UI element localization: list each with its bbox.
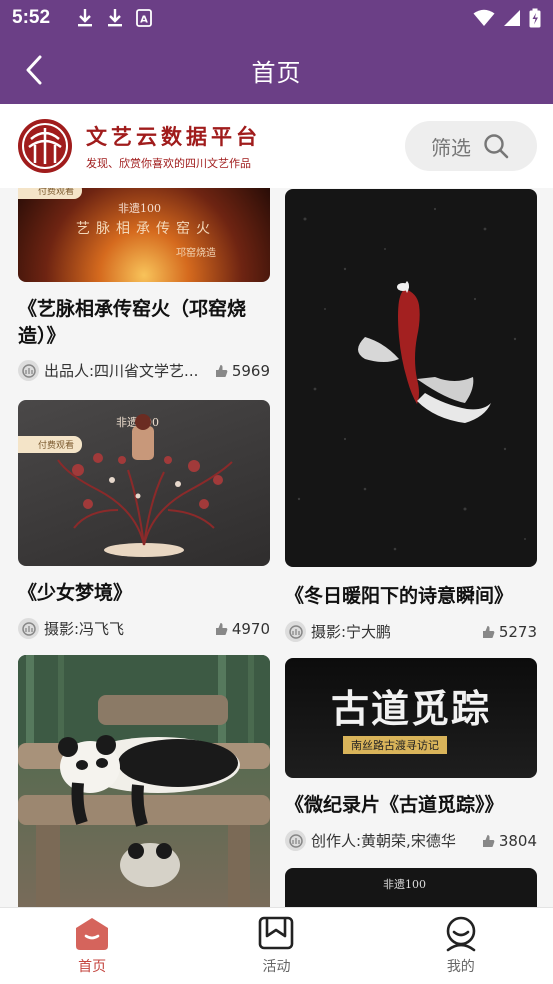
image-logo: 非遗100 <box>383 878 426 891</box>
nav-home-label: 首页 <box>78 959 107 975</box>
avatar-icon <box>21 621 36 636</box>
like-count-value: 4970 <box>231 619 270 638</box>
text-app-icon: A <box>136 9 152 27</box>
avatar-icon <box>288 624 303 639</box>
card-title-line: 《艺脉相承传窑火（邛窑烧 <box>18 298 247 320</box>
chevron-left-icon <box>26 55 42 85</box>
like-count: 5273 <box>481 623 537 641</box>
koi-illustration <box>297 207 526 551</box>
card-author: 摄影:冯飞飞 <box>44 620 125 638</box>
like-count: 4970 <box>214 620 270 638</box>
card-title: 《冬日暖阳下的诗意瞬间》 <box>285 585 514 607</box>
content-card[interactable]: 《冬日暖阳下的诗意瞬间》 摄影:宁大鹏 5273 <box>285 189 537 645</box>
wifi-icon <box>473 9 495 26</box>
back-button[interactable] <box>18 54 50 86</box>
brand-slogan: 发现、欣赏你喜欢的四川文艺作品 <box>86 157 251 170</box>
image-caption: 艺脉相承传窑火 <box>76 221 216 237</box>
content-card[interactable]: 古道觅踪 南丝路古渡寻访记 《微纪录片《古道觅踪》》 创作人:黄朝荣,宋德华 3… <box>285 658 537 858</box>
like-count: 3804 <box>481 832 537 850</box>
like-count: 5969 <box>214 362 270 380</box>
content-card[interactable]: 付费观看 非遗100 <box>18 400 270 640</box>
image-logo-text: 非遗100 <box>118 201 161 215</box>
like-icon <box>482 834 495 847</box>
card-title: 《微纪录片《古道觅踪》》 <box>285 794 504 816</box>
status-bar: 5:52 A <box>0 0 553 36</box>
download-icon <box>78 9 93 27</box>
status-time: 5:52 <box>12 7 51 28</box>
content-card[interactable]: 非遗100 <box>285 868 537 907</box>
like-icon <box>215 622 228 635</box>
nav-mine[interactable]: 我的 <box>369 908 553 984</box>
like-count-value: 5969 <box>231 361 270 380</box>
like-icon <box>215 364 228 377</box>
card-thumbnail[interactable]: 非遗100 <box>285 868 537 907</box>
app-title-bar: 首页 <box>0 36 553 104</box>
panda-illustration <box>18 655 270 907</box>
search-icon <box>484 134 509 159</box>
page-title: 首页 <box>251 58 302 87</box>
battery-icon <box>529 8 541 28</box>
notification-icons: A <box>76 8 152 28</box>
heritage-logo-icon: 非遗100 <box>118 201 161 215</box>
card-title: 《艺脉相承传窑火（邛窑烧 造）》 <box>18 296 270 350</box>
like-icon <box>482 625 495 638</box>
download-icon <box>108 9 123 27</box>
card-meta: 摄影:冯飞飞 4970 <box>18 618 270 639</box>
card-thumbnail[interactable]: 古道觅踪 南丝路古渡寻访记 <box>285 658 537 778</box>
filter-label: 筛选 <box>431 135 471 160</box>
avatar <box>285 830 306 851</box>
card-meta: 摄影:宁大鹏 5273 <box>285 621 537 642</box>
image-subcaption: 南丝路古渡寻访记 <box>343 736 447 754</box>
nav-activity-label: 活动 <box>262 959 291 975</box>
card-author: 出品人:四川省文学艺... <box>44 362 199 380</box>
brand-header: 文艺云数据平台 发现、欣赏你喜欢的四川文艺作品 筛选 <box>0 104 553 188</box>
signal-icon <box>504 10 520 26</box>
bottom-navigation: 首页 活动 我的 <box>0 907 553 984</box>
card-author: 创作人:黄朝荣,宋德华 <box>311 832 456 850</box>
card-title: 《少女梦境》 <box>18 582 133 604</box>
avatar <box>18 360 39 381</box>
dream-illustration: 非遗100 <box>57 414 233 557</box>
avatar-icon <box>288 833 303 848</box>
avatar <box>18 618 39 639</box>
card-author: 摄影:宁大鹏 <box>311 623 392 641</box>
user-icon <box>446 916 476 952</box>
brand-text: 文艺云数据平台 发现、欣赏你喜欢的四川文艺作品 <box>86 121 261 171</box>
avatar-icon <box>21 363 36 378</box>
image-subcaption: 邛窑烧造 <box>176 248 216 259</box>
brand-name: 文艺云数据平台 <box>86 124 261 149</box>
nav-mine-label: 我的 <box>446 959 475 975</box>
content-feed[interactable]: 付费观看 非遗100 艺脉相承传窑火 邛窑烧造 《艺脉相承传窑火（邛窑烧 造）》… <box>0 188 553 907</box>
svg-text:A: A <box>140 15 148 26</box>
activity-icon <box>259 916 294 950</box>
card-meta: 出品人:四川省文学艺... 5969 <box>18 360 270 381</box>
image-caption: 古道觅踪 <box>330 686 491 731</box>
nav-activity[interactable]: 活动 <box>184 908 368 984</box>
platform-logo-icon <box>18 119 72 173</box>
content-card[interactable] <box>18 655 270 907</box>
like-count-value: 3804 <box>498 831 537 850</box>
content-card[interactable]: 付费观看 非遗100 艺脉相承传窑火 邛窑烧造 《艺脉相承传窑火（邛窑烧 造）》… <box>18 188 270 388</box>
like-count-value: 5273 <box>498 622 537 641</box>
paid-badge: 付费观看 <box>18 188 83 199</box>
avatar <box>285 621 306 642</box>
card-title-line: 造）》 <box>18 325 66 347</box>
nav-home[interactable]: 首页 <box>0 908 184 984</box>
card-thumbnail[interactable] <box>285 189 537 567</box>
filter-button[interactable]: 筛选 <box>405 121 537 171</box>
card-thumbnail[interactable] <box>18 655 270 907</box>
card-thumbnail[interactable]: 付费观看 非遗100 <box>18 400 270 566</box>
home-icon <box>76 918 109 950</box>
card-meta: 创作人:黄朝荣,宋德华 3804 <box>285 830 537 851</box>
card-thumbnail[interactable]: 付费观看 非遗100 艺脉相承传窑火 邛窑烧造 <box>18 188 270 282</box>
system-icons <box>473 8 541 28</box>
